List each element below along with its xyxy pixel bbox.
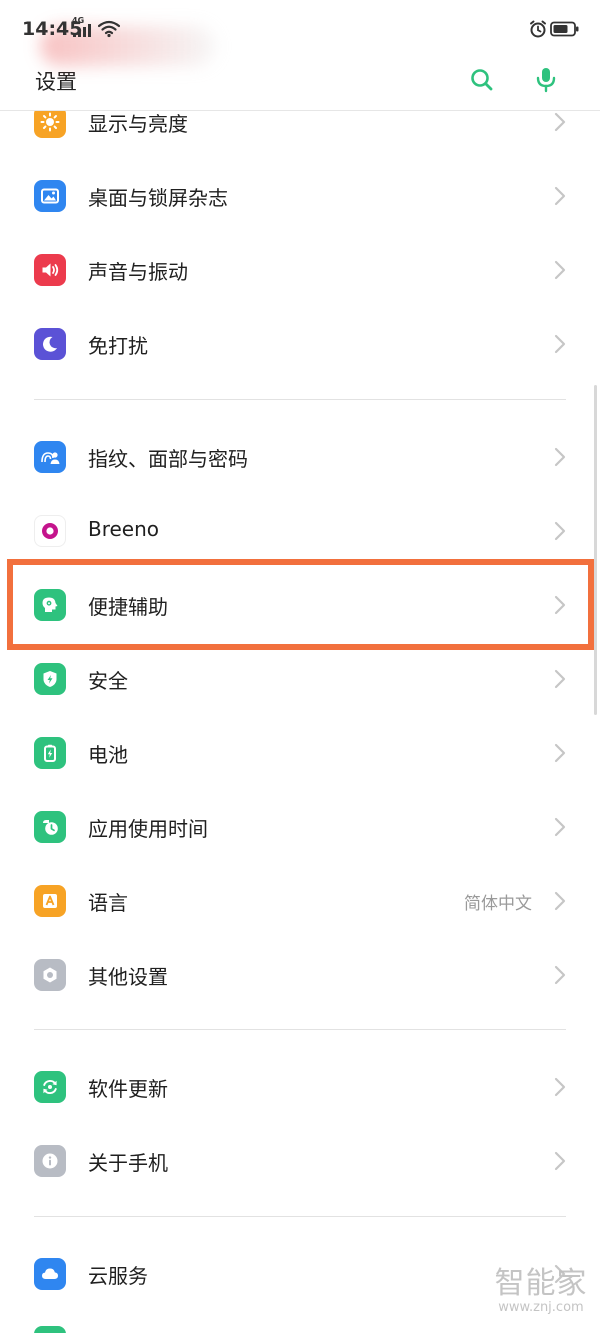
speaker-icon: [34, 254, 66, 286]
chevron-right-icon: [554, 965, 566, 985]
settings-item-battery[interactable]: 电池: [0, 716, 600, 790]
settings-item-label: 应用使用时间: [88, 817, 208, 841]
breeno-icon: [34, 515, 66, 547]
settings-item-label: 其他设置: [88, 965, 168, 989]
settings-item-label: Breeno: [88, 517, 160, 541]
chevron-right-icon: [554, 743, 566, 763]
settings-item-label: 软件更新: [88, 1077, 168, 1101]
settings-item-convenience-assist[interactable]: 便捷辅助: [0, 568, 600, 642]
settings-item-label: 云服务: [88, 1264, 148, 1288]
language-icon: [34, 885, 66, 917]
settings-item-label: 语言: [88, 891, 128, 915]
section-divider: [34, 1029, 566, 1030]
chevron-right-icon: [554, 112, 566, 132]
section-divider: [34, 1216, 566, 1217]
update-icon: [34, 1071, 66, 1103]
settings-item-label: 显示与亮度: [88, 112, 188, 136]
cloud-icon: [34, 1258, 66, 1290]
settings-item-do-not-disturb[interactable]: 免打扰: [0, 307, 600, 381]
settings-item-security[interactable]: 安全: [0, 642, 600, 716]
chevron-right-icon: [554, 1151, 566, 1171]
settings-item-label: 安全: [88, 669, 128, 693]
chevron-right-icon: [554, 447, 566, 467]
settings-item-label: 指纹、面部与密码: [88, 447, 248, 471]
chevron-right-icon: [554, 891, 566, 911]
info-icon: [34, 1145, 66, 1177]
search-button[interactable]: [464, 62, 500, 98]
settings-item-label: 桌面与锁屏杂志: [88, 186, 228, 210]
language-current-value: 简体中文: [464, 894, 532, 914]
settings-item-sound-vibration[interactable]: 声音与振动: [0, 233, 600, 307]
section-divider: [34, 399, 566, 400]
settings-item-label: 声音与振动: [88, 260, 188, 284]
other-settings-icon: [34, 959, 66, 991]
settings-item-label: 便捷辅助: [88, 595, 168, 619]
settings-item-breeno[interactable]: Breeno: [0, 494, 600, 568]
chevron-right-icon: [554, 595, 566, 615]
chevron-right-icon: [554, 186, 566, 206]
settings-item-wallpaper[interactable]: 桌面与锁屏杂志: [0, 159, 600, 233]
status-bar: 14:45 4G: [0, 0, 600, 66]
chevron-right-icon: [554, 334, 566, 354]
settings-item-label: 电池: [88, 743, 128, 767]
battery-status-icon: [550, 21, 579, 37]
search-icon: [471, 69, 493, 91]
fingerprint-face-icon: [34, 441, 66, 473]
settings-item-fingerprint-face-password[interactable]: 指纹、面部与密码: [0, 420, 600, 494]
settings-item-about-phone[interactable]: 关于手机: [0, 1124, 600, 1198]
chevron-right-icon: [554, 669, 566, 689]
chevron-right-icon: [554, 817, 566, 837]
shield-icon: [34, 663, 66, 695]
watermark-text: 智能家: [494, 1266, 588, 1301]
scrollbar[interactable]: [594, 385, 597, 715]
settings-item-label: 免打扰: [88, 334, 148, 358]
settings-screen: 显示与亮度 桌面与锁屏杂志 声音与振动 免打扰 指纹、面部与密码 Breeno …: [0, 0, 600, 1333]
chevron-right-icon: [554, 1077, 566, 1097]
wifi-icon: [98, 20, 120, 38]
watermark: 智能家 www.znj.com: [486, 1268, 596, 1316]
chevron-right-icon: [554, 260, 566, 280]
settings-item-other-settings[interactable]: 其他设置: [0, 938, 600, 1012]
chevron-right-icon: [554, 521, 566, 541]
alarm-icon: [530, 20, 546, 38]
watermark-url: www.znj.com: [498, 1300, 584, 1315]
microphone-icon: [536, 68, 556, 93]
voice-search-button[interactable]: [528, 62, 564, 98]
cellular-signal-icon: [73, 24, 91, 37]
next-item-icon-partial: [34, 1326, 66, 1333]
page-title: 设置: [35, 70, 77, 94]
battery-icon: [34, 737, 66, 769]
settings-item-software-update[interactable]: 软件更新: [0, 1050, 600, 1124]
moon-icon: [34, 328, 66, 360]
settings-item-label: 关于手机: [88, 1151, 168, 1175]
settings-item-app-usage-time[interactable]: 应用使用时间: [0, 790, 600, 864]
wallpaper-icon: [34, 180, 66, 212]
settings-item-language[interactable]: 语言 简体中文: [0, 864, 600, 938]
assist-head-icon: [34, 589, 66, 621]
app-usage-clock-icon: [34, 811, 66, 843]
